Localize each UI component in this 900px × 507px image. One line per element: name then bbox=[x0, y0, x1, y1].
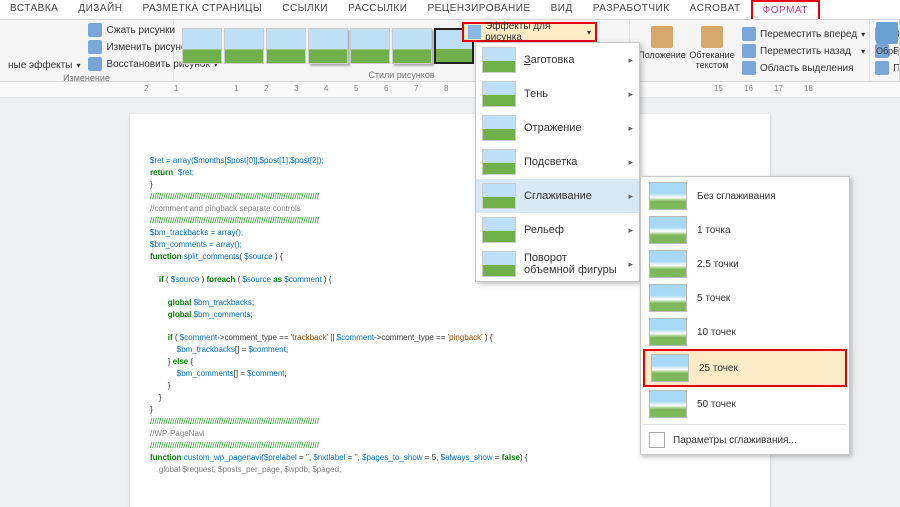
backward-icon bbox=[742, 44, 756, 58]
ribbon: ные эффекты▾ Сжать рисунки Изменить рису… bbox=[0, 20, 900, 82]
picture-effects-button[interactable]: Эффекты для рисунка ▾ bbox=[462, 22, 597, 42]
style-thumb-3[interactable] bbox=[266, 28, 306, 64]
crop-button[interactable]: Обре bbox=[876, 22, 898, 81]
style-thumb-1[interactable] bbox=[182, 28, 222, 64]
chevron-right-icon: ▸ bbox=[628, 123, 633, 134]
menu-item-3d-rotation[interactable]: Поворот объемной фигуры▸ bbox=[476, 247, 639, 281]
soft-edges-5pt[interactable]: 5 точек bbox=[643, 281, 847, 315]
thumb-icon bbox=[649, 390, 687, 418]
soft-edges-25pt[interactable]: 25 точек bbox=[643, 349, 847, 387]
menu-item-reflection[interactable]: Отражение▸ bbox=[476, 111, 639, 145]
chevron-right-icon: ▸ bbox=[628, 191, 633, 202]
preset-icon bbox=[482, 47, 516, 73]
chevron-right-icon: ▸ bbox=[628, 89, 633, 100]
position-icon bbox=[651, 26, 673, 48]
tab-acrobat[interactable]: ACROBAT bbox=[680, 0, 751, 19]
options-icon bbox=[649, 432, 665, 448]
soft-edges-submenu: Без сглаживания 1 точка 2,5 точки 5 точе… bbox=[640, 176, 850, 455]
selection-icon bbox=[742, 61, 756, 75]
thumb-icon bbox=[649, 182, 687, 210]
soft-edges-50pt[interactable]: 50 точек bbox=[643, 387, 847, 421]
rotation-3d-icon bbox=[482, 251, 516, 277]
thumb-icon bbox=[649, 216, 687, 244]
bring-forward-button[interactable]: Переместить вперед▾ bbox=[740, 26, 867, 42]
tab-references[interactable]: ССЫЛКИ bbox=[272, 0, 338, 19]
tab-review[interactable]: РЕЦЕНЗИРОВАНИЕ bbox=[417, 0, 540, 19]
forward-icon bbox=[742, 27, 756, 41]
menu-item-soft-edges[interactable]: Сглаживание▸ bbox=[476, 179, 639, 213]
artistic-effects-button[interactable]: ные эффекты▾ bbox=[6, 59, 82, 72]
thumb-icon bbox=[649, 318, 687, 346]
soft-edges-2-5pt[interactable]: 2,5 точки bbox=[643, 247, 847, 281]
bevel-icon bbox=[482, 217, 516, 243]
reflection-icon bbox=[482, 115, 516, 141]
compress-icon bbox=[88, 23, 102, 37]
menu-item-bevel[interactable]: Рельеф▸ bbox=[476, 213, 639, 247]
tab-mailings[interactable]: РАССЫЛКИ bbox=[338, 0, 417, 19]
crop-icon bbox=[876, 22, 898, 44]
effects-icon bbox=[468, 25, 481, 39]
shadow-icon bbox=[482, 81, 516, 107]
style-thumb-2[interactable] bbox=[224, 28, 264, 64]
tab-layout[interactable]: РАЗМЕТКА СТРАНИЦЫ bbox=[132, 0, 272, 19]
soft-edges-none[interactable]: Без сглаживания bbox=[643, 179, 847, 213]
tab-insert[interactable]: ВСТАВКА bbox=[0, 0, 68, 19]
wrap-text-button[interactable]: Обтекание текстом bbox=[690, 26, 734, 76]
reset-icon bbox=[88, 57, 102, 71]
chevron-right-icon: ▸ bbox=[628, 157, 633, 168]
send-backward-button[interactable]: Переместить назад▾ bbox=[740, 43, 867, 59]
menu-item-preset[interactable]: Заготовка▸ bbox=[476, 43, 639, 77]
soft-edges-1pt[interactable]: 1 точка bbox=[643, 213, 847, 247]
thumb-icon bbox=[649, 284, 687, 312]
thumb-icon bbox=[649, 250, 687, 278]
change-picture-icon bbox=[88, 40, 102, 54]
tab-design[interactable]: ДИЗАЙН bbox=[68, 0, 132, 19]
picture-styles-gallery[interactable] bbox=[180, 22, 476, 69]
style-thumb-5[interactable] bbox=[350, 28, 390, 64]
glow-icon bbox=[482, 149, 516, 175]
soft-edges-10pt[interactable]: 10 точек bbox=[643, 315, 847, 349]
tab-format[interactable]: ФОРМАТ bbox=[751, 0, 820, 19]
menu-separator bbox=[643, 424, 847, 425]
chevron-right-icon: ▸ bbox=[628, 225, 633, 236]
menu-item-glow[interactable]: Подсветка▸ bbox=[476, 145, 639, 179]
horizontal-ruler: 2 1 1 2 3 4 5 6 7 8 15 16 17 18 bbox=[0, 82, 900, 98]
wrap-icon bbox=[701, 26, 723, 48]
selection-pane-button[interactable]: Область выделения bbox=[740, 60, 867, 76]
position-button[interactable]: Положение bbox=[640, 26, 684, 76]
soft-edges-icon bbox=[482, 183, 516, 209]
chevron-right-icon: ▸ bbox=[628, 259, 633, 270]
tab-view[interactable]: ВИД bbox=[541, 0, 583, 19]
thumb-icon bbox=[651, 354, 689, 382]
style-thumb-6[interactable] bbox=[392, 28, 432, 64]
menu-item-shadow[interactable]: Тень▸ bbox=[476, 77, 639, 111]
chevron-down-icon: ▾ bbox=[587, 28, 591, 37]
picture-effects-menu: Заготовка▸ Тень▸ Отражение▸ Подсветка▸ С… bbox=[475, 42, 640, 282]
ribbon-tabs: ВСТАВКА ДИЗАЙН РАЗМЕТКА СТРАНИЦЫ ССЫЛКИ … bbox=[0, 0, 900, 20]
soft-edges-options[interactable]: Параметры сглаживания... bbox=[643, 428, 847, 452]
chevron-right-icon: ▸ bbox=[628, 55, 633, 66]
tab-developer[interactable]: РАЗРАБОТЧИК bbox=[583, 0, 680, 19]
style-thumb-4[interactable] bbox=[308, 28, 348, 64]
